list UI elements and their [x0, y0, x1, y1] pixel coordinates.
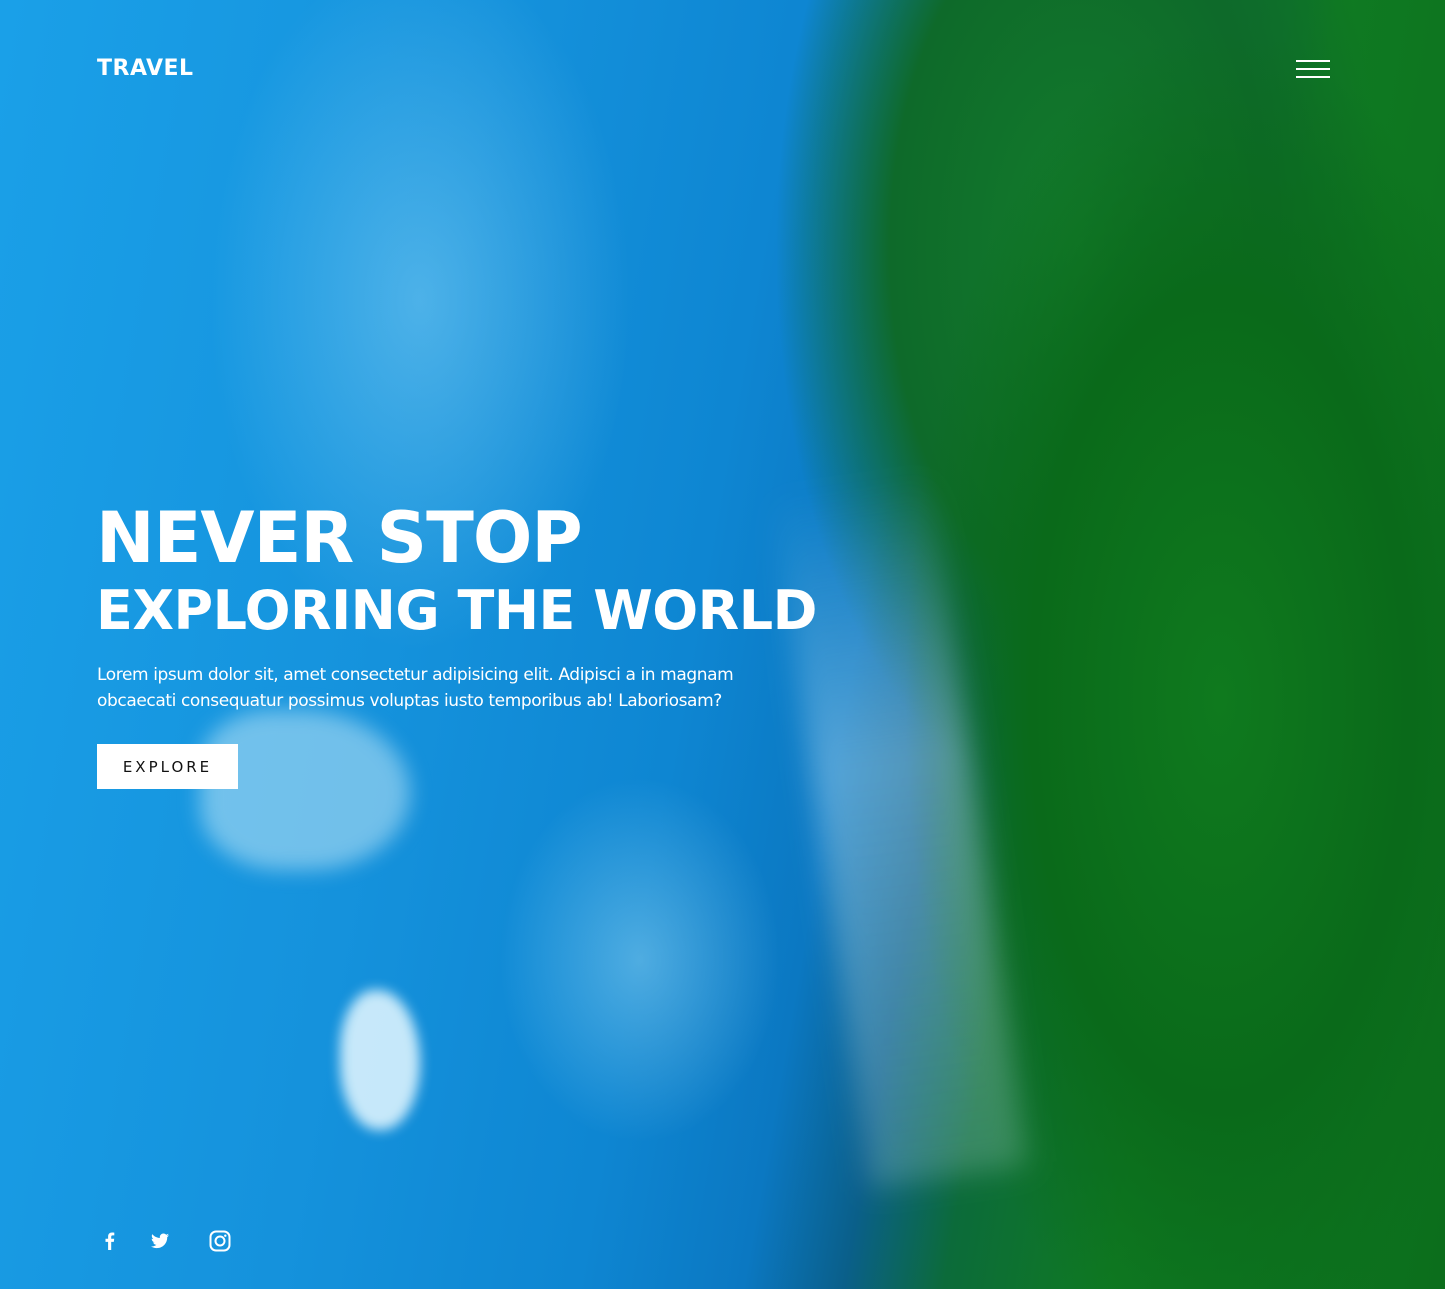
background-foam — [340, 990, 420, 1130]
facebook-icon-glyph — [105, 1232, 115, 1250]
hero-section: TRAVEL NEVER STOP EXPLORING THE WORLD Lo… — [0, 0, 1445, 1289]
instagram-icon[interactable] — [207, 1228, 233, 1254]
twitter-icon-glyph — [151, 1233, 169, 1249]
hero-description: Lorem ipsum dolor sit, amet consectetur … — [97, 665, 734, 711]
site-logo[interactable]: TRAVEL — [97, 56, 194, 81]
explore-button[interactable]: EXPLORE — [97, 744, 238, 789]
hero-headline-line2: EXPLORING THE WORLD — [96, 579, 817, 642]
instagram-icon-glyph — [209, 1230, 231, 1252]
background-rock — [200, 710, 410, 870]
hamburger-menu-icon[interactable] — [1296, 58, 1330, 82]
menu-bar-top — [1296, 60, 1330, 62]
hero-headline-line1: NEVER STOP — [96, 497, 583, 579]
menu-bar-middle — [1296, 68, 1330, 70]
twitter-icon[interactable] — [147, 1228, 173, 1254]
menu-bar-bottom — [1296, 76, 1330, 78]
facebook-icon[interactable] — [97, 1228, 123, 1254]
